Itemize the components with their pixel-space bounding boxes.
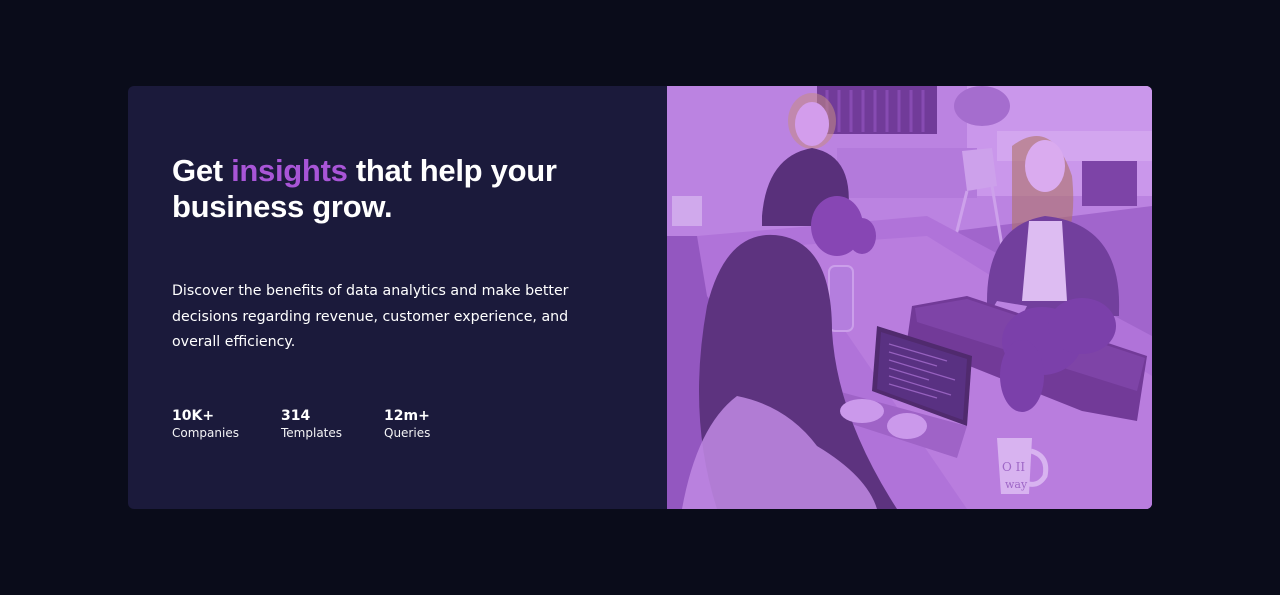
stats-row: 10K+ Companies 314 Templates 12m+ Querie… — [172, 407, 430, 441]
stat-queries: 12m+ Queries — [384, 407, 430, 441]
stat-value: 314 — [281, 408, 311, 424]
office-team-photo: O II way — [667, 86, 1152, 509]
headline: Get insights that help your business gro… — [172, 153, 612, 225]
insights-card: Get insights that help your business gro… — [128, 86, 1152, 509]
description: Discover the benefits of data analytics … — [172, 283, 569, 350]
stat-label: Templates — [281, 426, 343, 440]
headline-text-start: Get — [172, 153, 232, 188]
hero-image: O II way — [667, 86, 1152, 509]
stat-value: 12m+ — [384, 408, 430, 424]
card-content: Get insights that help your business gro… — [128, 86, 667, 509]
stat-label: Queries — [384, 426, 431, 440]
headline-accent: insights — [231, 153, 348, 188]
stat-companies: 10K+ Companies — [172, 407, 281, 441]
stat-label: Companies — [172, 426, 239, 440]
stat-templates: 314 Templates — [281, 407, 384, 441]
stat-value: 10K+ — [172, 408, 215, 424]
